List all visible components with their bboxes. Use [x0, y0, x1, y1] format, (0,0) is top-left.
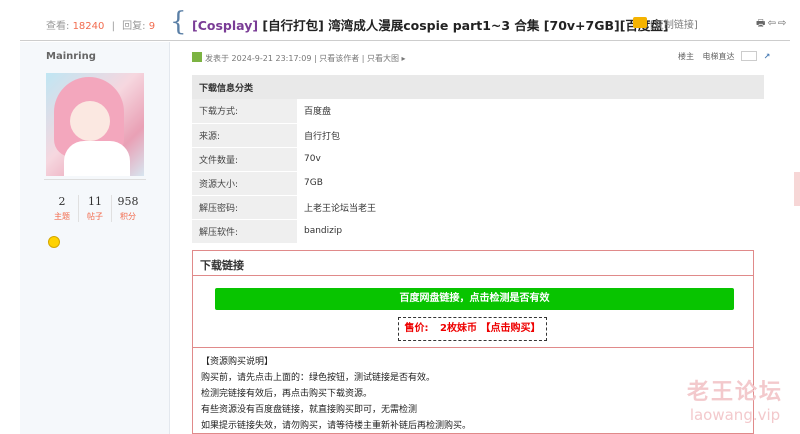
table-header: 下载信息分类 [199, 83, 254, 94]
watermark-cn: 老王论坛 [686, 379, 783, 405]
side-tab[interactable] [794, 172, 800, 206]
title-text: [自行打包] 湾湾成人漫展cospie part1~3 合集 [70v+7GB]… [258, 18, 669, 33]
copy-link[interactable]: [复制链接] [650, 16, 698, 31]
stat-points[interactable]: 958 积分 [112, 195, 144, 222]
row-value: 7GB [304, 178, 323, 188]
floor-input[interactable] [741, 51, 758, 61]
hot-icon [633, 17, 647, 28]
floor-go-icon[interactable]: ↗ [764, 52, 771, 61]
row-key: 解压软件: [192, 219, 297, 243]
floor-jump-label: 电梯直达 [702, 52, 735, 61]
stat-value: 11 [88, 195, 102, 208]
row-value: 自行打包 [304, 131, 341, 142]
download-box: 下载链接 百度网盘链接，点击检测是否有效 售价: 2枚妹币 【点击购买】 【资源… [192, 250, 754, 434]
views-label: 查看: [46, 21, 70, 32]
download-title: 下载链接 [193, 251, 753, 276]
row-key: 下载方式: [192, 99, 297, 123]
table-row: 资源大小: 7GB [192, 171, 764, 195]
note-line: 有些资源没有百度盘链接，就直接购买即可，无需检测 [201, 405, 418, 415]
row-key: 资源大小: [192, 171, 297, 195]
stat-label: 主题 [54, 212, 70, 221]
smiley-icon [48, 236, 60, 248]
row-key: 文件数量: [192, 147, 297, 171]
price-value: 2枚妹币 [440, 323, 477, 334]
avatar-body [64, 141, 130, 176]
row-value: bandizip [304, 226, 343, 236]
row-value: 70v [304, 154, 321, 164]
divider: | [111, 21, 115, 32]
avatar[interactable] [46, 73, 144, 176]
replies-count: 9 [148, 21, 156, 32]
row-key: 解压密码: [192, 195, 297, 219]
thread-title[interactable]: [Cosplay] [自行打包] 湾湾成人漫展cospie part1~3 合集… [192, 15, 669, 34]
purchase-notes: 【资源购买说明】 购买前，请先点击上面的：绿色按钮，测试链接是否有效。 检测完链… [201, 354, 471, 434]
post-meta-text[interactable]: 发表于 2024-9-21 23:17:09 | 只看该作者 | 只看大图 ▸ [205, 54, 406, 63]
watermark-en: laowang.vip [689, 406, 781, 424]
row-value: 上老王论坛当老王 [304, 203, 377, 214]
table-row: 解压软件: bandizip [192, 219, 764, 243]
download-info-table: 下载信息分类 下载方式: 百度盘 来源: 自行打包 文件数量: 70v 资源大小… [192, 75, 764, 244]
price-label: 售价: [404, 323, 429, 334]
note-line: 购买前，请先点击上面的：绿色按钮，测试链接是否有效。 [201, 373, 436, 383]
divider [44, 179, 146, 180]
replies-label: 回复: [122, 21, 146, 32]
avatar-face [70, 101, 110, 141]
stat-value: 958 [117, 195, 139, 208]
divider [193, 347, 753, 348]
table-row: 下载方式: 百度盘 [192, 99, 764, 123]
table-row: 解压密码: 上老王论坛当老王 [192, 195, 764, 219]
table-row: 文件数量: 70v [192, 147, 764, 171]
row-value: 百度盘 [304, 107, 332, 118]
print-prev-next-icons[interactable]: 🖶⇦⇨ [756, 16, 788, 33]
stat-topics[interactable]: 2 主题 [46, 195, 79, 222]
title-category[interactable]: [Cosplay] [192, 18, 258, 33]
note-line: 检测完链接有效后，再点击购买下载资源。 [201, 389, 373, 399]
table-row: 来源: 自行打包 [192, 123, 764, 147]
stat-label: 积分 [120, 212, 136, 221]
note-line: 【资源购买说明】 [201, 357, 274, 367]
user-stats: 2 主题 11 帖子 958 积分 [46, 195, 144, 222]
price-box[interactable]: 售价: 2枚妹币 【点击购买】 [398, 317, 547, 341]
stat-label: 帖子 [87, 212, 103, 221]
post-icon [192, 52, 202, 62]
table-header-row: 下载信息分类 [192, 75, 764, 99]
stat-value: 2 [58, 195, 66, 208]
thread-header: 查看: 18240 | 回复: 9 { [Cosplay] [自行打包] 湾湾成… [20, 3, 790, 41]
floor-jump: 楼主 电梯直达 ↗ [678, 51, 770, 62]
check-link-button[interactable]: 百度网盘链接，点击检测是否有效 [215, 288, 734, 310]
author-sidebar: Mainring 2 主题 11 帖子 958 积分 [20, 42, 170, 434]
author-name[interactable]: Mainring [46, 51, 96, 62]
site-watermark: 老王论坛 laowang.vip [680, 374, 790, 424]
stat-posts[interactable]: 11 帖子 [79, 195, 112, 222]
views-count: 18240 [72, 21, 105, 32]
buy-link[interactable]: 【点击购买】 [480, 323, 540, 334]
thread-stats: 查看: 18240 | 回复: 9 [46, 17, 155, 32]
brace-decoration: { [170, 7, 187, 37]
note-line: 如果提示链接失效，请勿购买，请等待楼主重新补链后再检测购买。 [201, 421, 472, 431]
post-meta: 发表于 2024-9-21 23:17:09 | 只看该作者 | 只看大图 ▸ [192, 52, 406, 64]
floor-label: 楼主 [678, 52, 694, 61]
row-key: 来源: [192, 123, 297, 147]
